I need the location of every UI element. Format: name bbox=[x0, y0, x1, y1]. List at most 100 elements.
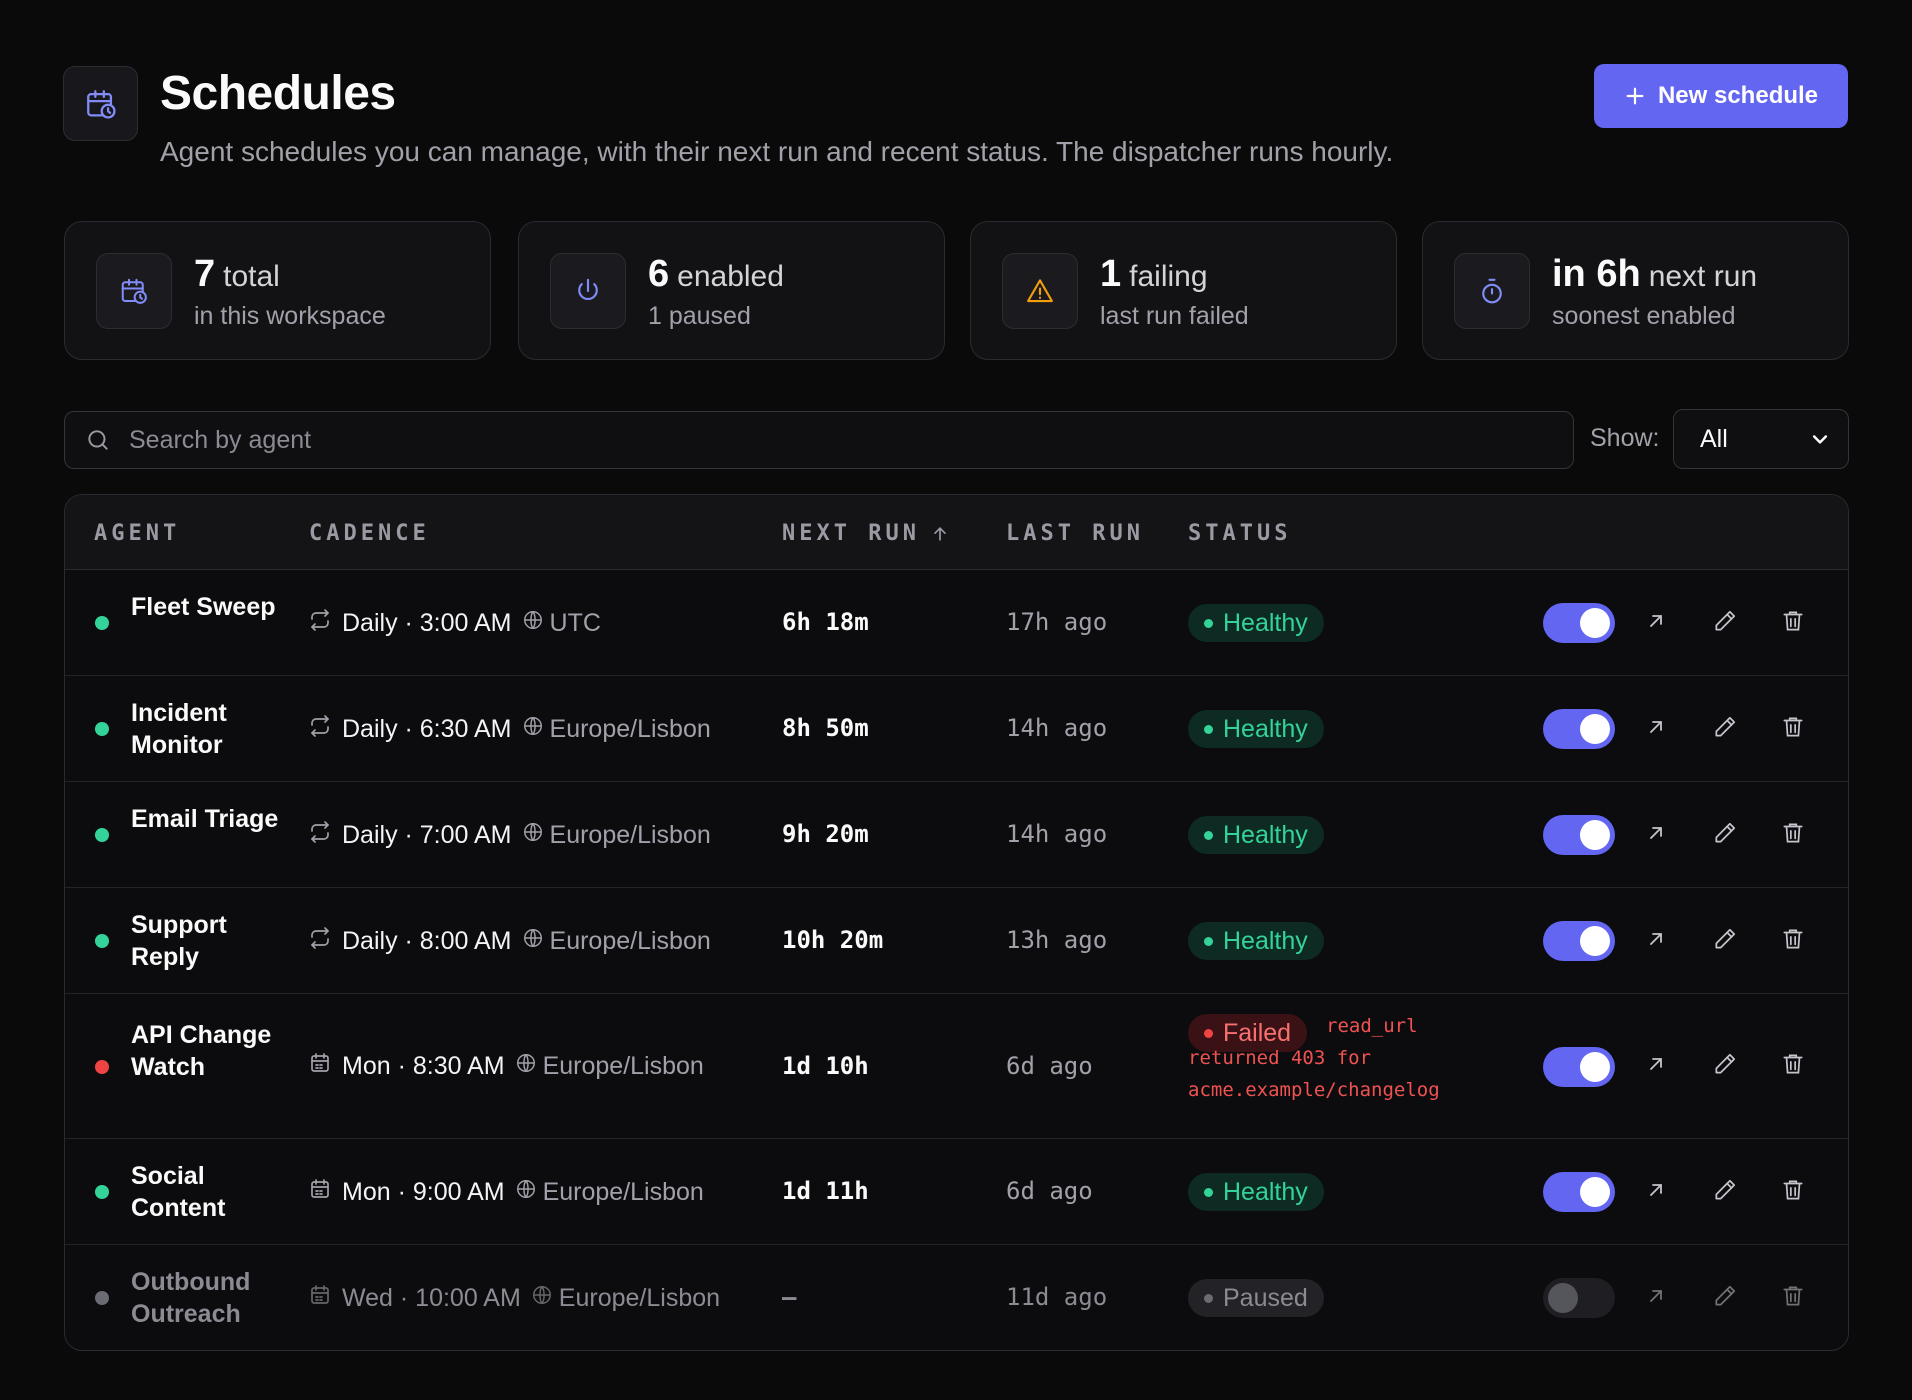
column-header-last-run[interactable]: LAST RUN bbox=[1006, 521, 1144, 546]
status-badge-dot bbox=[1204, 936, 1213, 946]
search-icon bbox=[88, 430, 108, 450]
edit-button[interactable] bbox=[1707, 817, 1743, 853]
next-run: 10h 20m bbox=[782, 926, 884, 954]
toggle-knob bbox=[1580, 1051, 1610, 1082]
stat-sub: 1 paused bbox=[648, 302, 751, 330]
status-dot bbox=[95, 934, 109, 948]
edit-button[interactable] bbox=[1707, 1049, 1743, 1085]
open-button[interactable] bbox=[1638, 817, 1674, 853]
globe-icon bbox=[515, 1178, 537, 1207]
open-button[interactable] bbox=[1638, 923, 1674, 959]
open-button[interactable] bbox=[1638, 1280, 1674, 1316]
pencil-icon bbox=[1712, 1051, 1738, 1082]
power-icon bbox=[550, 253, 626, 329]
arrow-up-right-icon bbox=[1644, 1052, 1668, 1081]
column-header-cadence[interactable]: CADENCE bbox=[309, 521, 430, 546]
status-dot bbox=[95, 828, 109, 842]
cadence-text: Wed · 10:00 AM bbox=[342, 1283, 521, 1312]
toggle-knob bbox=[1548, 1283, 1578, 1313]
delete-button[interactable] bbox=[1775, 605, 1811, 641]
table-header: AGENT CADENCE NEXT RUN LAST RUN STATUS bbox=[65, 495, 1848, 570]
sort-ascending-icon bbox=[934, 526, 946, 541]
column-header-agent[interactable]: AGENT bbox=[94, 521, 180, 546]
show-filter-select[interactable]: All bbox=[1673, 409, 1849, 469]
status-badge-dot bbox=[1204, 724, 1213, 734]
toggle-knob bbox=[1580, 820, 1610, 850]
arrow-up-right-icon bbox=[1644, 1178, 1668, 1207]
open-button[interactable] bbox=[1638, 1049, 1674, 1085]
delete-button[interactable] bbox=[1775, 1174, 1811, 1210]
status-text: Healthy bbox=[1223, 1177, 1308, 1206]
globe-icon bbox=[531, 1284, 553, 1313]
timezone: Europe/Lisbon bbox=[522, 821, 711, 850]
status-badge-dot bbox=[1204, 830, 1213, 840]
search-input[interactable]: Search by agent bbox=[64, 411, 1574, 469]
show-filter-value: All bbox=[1700, 424, 1728, 453]
cadence: Wed · 10:00 AM Europe/Lisbon bbox=[308, 1282, 720, 1314]
column-header-status[interactable]: STATUS bbox=[1188, 521, 1291, 546]
agent-name: Email Triage bbox=[131, 805, 279, 833]
cadence: Daily · 3:00 AM UTC bbox=[308, 607, 601, 639]
search-placeholder: Search by agent bbox=[129, 425, 312, 454]
timezone: UTC bbox=[522, 609, 601, 638]
status-dot bbox=[95, 722, 109, 736]
timezone-text: Europe/Lisbon bbox=[549, 714, 711, 743]
status-dot bbox=[95, 1059, 109, 1074]
trash-icon bbox=[1780, 714, 1806, 745]
enable-toggle[interactable] bbox=[1543, 709, 1615, 749]
edit-button[interactable] bbox=[1707, 711, 1743, 747]
open-button[interactable] bbox=[1638, 711, 1674, 747]
page-subtitle: Agent schedules you can manage, with the… bbox=[160, 136, 1394, 167]
delete-button[interactable] bbox=[1775, 1280, 1811, 1316]
timezone-text: Europe/Lisbon bbox=[542, 1052, 704, 1080]
enable-toggle[interactable] bbox=[1543, 1046, 1615, 1087]
table-row: Support Reply Daily · 8:00 AM Europe/Lisbo… bbox=[65, 888, 1848, 994]
edit-button[interactable] bbox=[1707, 1280, 1743, 1316]
repeat-icon bbox=[308, 608, 332, 639]
pencil-icon bbox=[1712, 1283, 1738, 1314]
delete-button[interactable] bbox=[1775, 817, 1811, 853]
enable-toggle[interactable] bbox=[1543, 1278, 1615, 1318]
agent-name: Social Content bbox=[131, 1162, 226, 1222]
new-schedule-button[interactable]: New schedule bbox=[1594, 64, 1848, 128]
trash-icon bbox=[1780, 926, 1806, 957]
globe-icon bbox=[522, 715, 544, 744]
stat-sub: soonest enabled bbox=[1552, 302, 1736, 330]
enable-toggle[interactable] bbox=[1543, 603, 1615, 643]
arrow-up-right-icon bbox=[1644, 715, 1668, 744]
enable-toggle[interactable] bbox=[1543, 921, 1615, 961]
delete-button[interactable] bbox=[1775, 923, 1811, 959]
edit-button[interactable] bbox=[1707, 1174, 1743, 1210]
open-button[interactable] bbox=[1638, 605, 1674, 641]
column-header-next-run[interactable]: NEXT RUN bbox=[782, 521, 950, 546]
timezone: Europe/Lisbon bbox=[531, 1284, 720, 1313]
trash-icon bbox=[1780, 820, 1806, 851]
globe-icon bbox=[522, 927, 544, 956]
toggle-knob bbox=[1580, 926, 1610, 956]
edit-button[interactable] bbox=[1707, 923, 1743, 959]
last-run: 14h ago bbox=[1006, 714, 1108, 742]
table-row: API Change Watch Mon · 8:30 AM Europe/Lisb… bbox=[65, 994, 1848, 1139]
status-text: Healthy bbox=[1223, 714, 1308, 743]
edit-button[interactable] bbox=[1707, 605, 1743, 641]
pencil-icon bbox=[1712, 820, 1738, 851]
timezone-text: Europe/Lisbon bbox=[549, 926, 711, 955]
enable-toggle[interactable] bbox=[1543, 815, 1615, 855]
timezone: Europe/Lisbon bbox=[522, 715, 711, 744]
chevron-down-icon bbox=[1812, 435, 1828, 444]
enable-toggle[interactable] bbox=[1543, 1172, 1615, 1212]
delete-button[interactable] bbox=[1775, 711, 1811, 747]
delete-button[interactable] bbox=[1775, 1049, 1811, 1085]
error-message: read_url returned 403 for acme.example/c… bbox=[1188, 1015, 1440, 1101]
table-row: Incident Monitor Daily · 6:30 AM Europe/Li… bbox=[65, 676, 1848, 782]
cadence: Mon · 8:30 AM Europe/Lisbon bbox=[308, 1051, 704, 1083]
next-run: 1d 11h bbox=[782, 1177, 869, 1205]
arrow-up-right-icon bbox=[1644, 609, 1668, 638]
timezone-text: Europe/Lisbon bbox=[542, 1177, 704, 1206]
status-badge-dot bbox=[1204, 1293, 1213, 1303]
status-text: Healthy bbox=[1223, 608, 1308, 637]
globe-icon bbox=[522, 821, 544, 850]
last-run: 6d ago bbox=[1006, 1177, 1093, 1205]
open-button[interactable] bbox=[1638, 1174, 1674, 1210]
next-run: 6h 18m bbox=[782, 608, 869, 636]
